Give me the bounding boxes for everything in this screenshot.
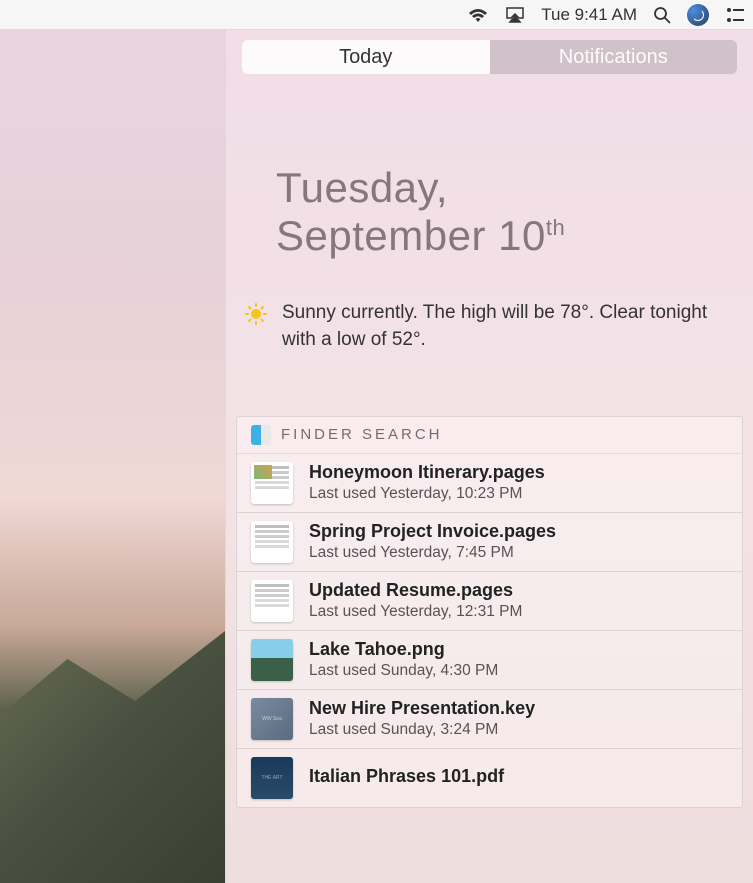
weather-widget[interactable]: Sunny currently. The high will be 78°. C… xyxy=(244,299,723,354)
file-info: Honeymoon Itinerary.pages Last used Yeste… xyxy=(309,462,728,503)
tab-notifications[interactable]: Notifications xyxy=(490,40,738,74)
file-last-used: Last used Yesterday, 10:23 PM xyxy=(309,485,728,503)
finder-search-widget: FINDER SEARCH Honeymoon Itinerary.pages L… xyxy=(236,416,743,808)
file-last-used: Last used Sunday, 4:30 PM xyxy=(309,662,728,680)
finder-widget-header[interactable]: FINDER SEARCH xyxy=(237,417,742,454)
wifi-icon[interactable] xyxy=(467,7,489,23)
file-thumbnail xyxy=(251,521,293,563)
file-thumbnail xyxy=(251,580,293,622)
weather-summary: Sunny currently. The high will be 78°. C… xyxy=(282,299,723,354)
finder-icon xyxy=(251,425,271,445)
today-date-header: Tuesday, September 10th xyxy=(276,164,753,261)
finder-widget-title: FINDER SEARCH xyxy=(281,426,443,443)
file-thumbnail xyxy=(251,462,293,504)
desktop-wallpaper xyxy=(0,30,225,883)
file-name: Lake Tahoe.png xyxy=(309,639,728,660)
file-name: Updated Resume.pages xyxy=(309,580,728,601)
view-segmented-control: Today Notifications xyxy=(242,40,737,74)
date-month-day: September 10th xyxy=(276,212,753,260)
file-name: Italian Phrases 101.pdf xyxy=(309,766,728,787)
file-name: New Hire Presentation.key xyxy=(309,698,728,719)
file-info: Italian Phrases 101.pdf xyxy=(309,766,728,789)
finder-result-row[interactable]: THE ART Italian Phrases 101.pdf xyxy=(237,749,742,807)
finder-result-row[interactable]: Updated Resume.pages Last used Yesterday,… xyxy=(237,572,742,631)
finder-result-row[interactable]: Lake Tahoe.png Last used Sunday, 4:30 PM xyxy=(237,631,742,690)
menubar-clock[interactable]: Tue 9:41 AM xyxy=(541,5,637,25)
tab-today[interactable]: Today xyxy=(242,40,490,74)
finder-results-list: Honeymoon Itinerary.pages Last used Yeste… xyxy=(237,454,742,807)
file-name: Spring Project Invoice.pages xyxy=(309,521,728,542)
spotlight-icon[interactable] xyxy=(653,6,671,24)
file-last-used: Last used Yesterday, 7:45 PM xyxy=(309,544,728,562)
finder-result-row[interactable]: WW Sea New Hire Presentation.key Last used… xyxy=(237,690,742,749)
sun-icon xyxy=(244,302,268,326)
system-menubar: Tue 9:41 AM xyxy=(0,0,753,30)
file-thumbnail: THE ART xyxy=(251,757,293,799)
finder-result-row[interactable]: Honeymoon Itinerary.pages Last used Yeste… xyxy=(237,454,742,513)
finder-result-row[interactable]: Spring Project Invoice.pages Last used Ye… xyxy=(237,513,742,572)
notification-center-panel: Today Notifications Tuesday, September 1… xyxy=(225,30,753,883)
file-name: Honeymoon Itinerary.pages xyxy=(309,462,728,483)
file-info: Lake Tahoe.png Last used Sunday, 4:30 PM xyxy=(309,639,728,680)
siri-icon[interactable] xyxy=(687,4,709,26)
file-last-used: Last used Yesterday, 12:31 PM xyxy=(309,603,728,621)
airplay-icon[interactable] xyxy=(505,6,525,24)
file-thumbnail xyxy=(251,639,293,681)
date-weekday: Tuesday, xyxy=(276,164,753,212)
file-info: Updated Resume.pages Last used Yesterday,… xyxy=(309,580,728,621)
file-last-used: Last used Sunday, 3:24 PM xyxy=(309,721,728,739)
notification-center-icon[interactable] xyxy=(725,7,745,23)
file-info: Spring Project Invoice.pages Last used Ye… xyxy=(309,521,728,562)
file-info: New Hire Presentation.key Last used Sunda… xyxy=(309,698,728,739)
file-thumbnail: WW Sea xyxy=(251,698,293,740)
